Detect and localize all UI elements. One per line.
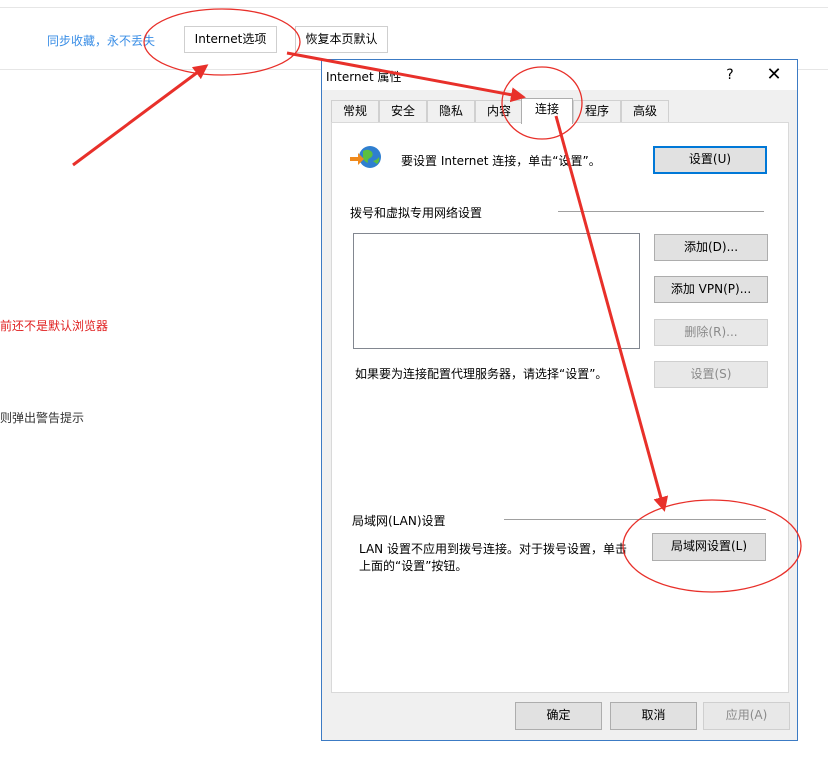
connections-panel: 要设置 Internet 连接，单击“设置”。 设置(U) 拨号和虚拟专用网络设…: [331, 122, 789, 693]
sync-favorites-link[interactable]: 同步收藏，永不丢失: [47, 32, 155, 49]
tab-programs[interactable]: 程序: [573, 100, 621, 122]
dialup-settings-button[interactable]: 设置(S): [654, 361, 768, 388]
lan-heading: 局域网(LAN)设置: [352, 514, 446, 528]
setup-instruction: 要设置 Internet 连接，单击“设置”。: [401, 154, 601, 168]
internet-options-button[interactable]: Internet选项: [184, 26, 277, 53]
add-connection-button[interactable]: 添加(D)...: [654, 234, 768, 261]
internet-properties-dialog: Internet 属性 ? ✕ 常规 安全 隐私 内容 连接 程序 高级 要设置…: [321, 59, 798, 741]
dialog-title: Internet 属性: [326, 70, 402, 84]
restore-default-button[interactable]: 恢复本页默认: [295, 26, 388, 53]
warning-prompt-text: 则弹出警告提示: [0, 411, 85, 425]
lan-separator: [504, 519, 766, 520]
dialup-vpn-heading: 拨号和虚拟专用网络设置: [350, 206, 483, 220]
internet-connection-icon: [350, 146, 381, 168]
arrow-to-internet-options: [72, 64, 209, 167]
connections-list[interactable]: [353, 233, 640, 349]
lan-settings-button[interactable]: 局域网设置(L): [652, 533, 766, 561]
apply-button[interactable]: 应用(A): [703, 702, 790, 730]
setup-button[interactable]: 设置(U): [653, 146, 767, 174]
lan-description-line1: LAN 设置不应用到拨号连接。对于拨号设置，单击: [359, 542, 627, 556]
tab-general[interactable]: 常规: [331, 100, 379, 122]
remove-connection-button[interactable]: 删除(R)...: [654, 319, 768, 346]
dialog-titlebar[interactable]: Internet 属性 ? ✕: [322, 60, 797, 90]
dialup-separator: [558, 211, 764, 212]
proxy-instruction: 如果要为连接配置代理服务器，请选择“设置”。: [355, 367, 608, 381]
cancel-button[interactable]: 取消: [610, 702, 697, 730]
default-browser-notice: 前还不是默认浏览器: [0, 319, 109, 333]
help-icon[interactable]: ?: [720, 65, 740, 85]
add-vpn-button[interactable]: 添加 VPN(P)...: [654, 276, 768, 303]
tab-content[interactable]: 内容: [475, 100, 523, 122]
top-divider: [0, 7, 828, 8]
close-icon[interactable]: ✕: [762, 63, 786, 87]
tab-privacy[interactable]: 隐私: [427, 100, 475, 122]
ok-button[interactable]: 确定: [515, 702, 602, 730]
tab-security[interactable]: 安全: [379, 100, 427, 122]
tab-advanced[interactable]: 高级: [621, 100, 669, 122]
tab-connections[interactable]: 连接: [521, 98, 573, 124]
lan-description-line2: 上面的“设置”按钮。: [359, 559, 468, 573]
